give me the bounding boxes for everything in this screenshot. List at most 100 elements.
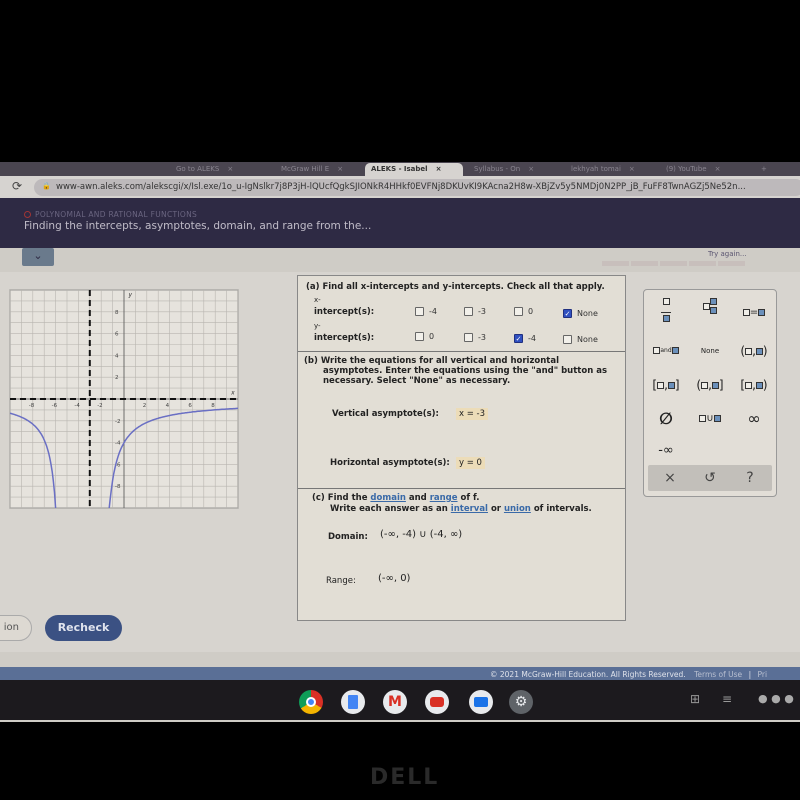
x-intercept-checkbox-0[interactable] (514, 307, 523, 316)
part-a-prompt: (a) Find all x-intercepts and y-intercep… (306, 282, 605, 292)
box-icon (745, 382, 753, 389)
x-tick-label: -2 (97, 403, 102, 409)
option-label: 0 (528, 307, 534, 316)
horizontal-asymptote-input[interactable]: y = 0 (456, 457, 485, 469)
fraction-bar-icon (661, 311, 671, 313)
close-tab-icon[interactable]: × (715, 165, 721, 173)
reload-icon[interactable]: ⟳ (12, 179, 22, 193)
tote-icon[interactable]: ≡ (722, 692, 732, 706)
open-open-interval-key[interactable]: (,) (734, 340, 774, 362)
union-link[interactable]: union (504, 504, 531, 514)
undo-icon[interactable]: ↺ (690, 467, 730, 489)
topic-circle-icon (24, 211, 31, 218)
explanation-button[interactable]: ion (0, 615, 32, 641)
youtube-app-icon[interactable] (425, 690, 449, 714)
progress-segment (602, 261, 629, 266)
option-label: None (577, 335, 598, 344)
box-icon (713, 414, 721, 422)
y-tick-label: 6 (115, 332, 119, 338)
close-tab-icon[interactable]: × (337, 165, 343, 173)
domain-input[interactable]: (-∞, -4) ∪ (-4, ∞) (380, 529, 462, 540)
mixed-number-key[interactable] (690, 298, 730, 320)
tab-syllabus[interactable]: Syllabus - On × (468, 163, 540, 176)
close-tab-icon[interactable]: × (436, 165, 442, 173)
y-intercept-checkbox-none[interactable] (563, 335, 572, 344)
range-link[interactable]: range (430, 493, 458, 503)
action-row: ion Recheck (0, 612, 800, 642)
y-intercept-checkbox-0[interactable] (415, 332, 424, 341)
copyright-text: © 2021 McGraw-Hill Education. All Rights… (490, 670, 767, 679)
x-tick-label: 6 (188, 403, 192, 409)
files-app-icon[interactable] (469, 690, 493, 714)
check-icon: ✓ (564, 310, 571, 318)
x-intercept-checkbox-neg3[interactable] (464, 307, 473, 316)
and-key[interactable]: and (646, 340, 686, 362)
x-axis-label: x (230, 390, 235, 397)
docs-page (348, 695, 358, 709)
topic-text: POLYNOMIAL AND RATIONAL FUNCTIONS (35, 210, 198, 219)
x-tick-label: 4 (166, 403, 170, 409)
closed-closed-interval-key[interactable]: [,] (646, 374, 686, 396)
clear-icon[interactable]: × (650, 467, 690, 489)
part-a: (a) Find all x-intercepts and y-intercep… (298, 276, 625, 352)
empty-set-key[interactable]: ∅ (646, 408, 686, 430)
tab-label: ALEKS - Isabel (371, 165, 428, 173)
close-tab-icon[interactable]: × (629, 165, 635, 173)
negative-infinity-key[interactable]: -∞ (646, 440, 686, 462)
x-tick-label: -8 (29, 403, 35, 409)
status-tray-icon[interactable]: ● ● ● (758, 692, 794, 705)
tab-mcgraw-hill[interactable]: McGraw Hill E × (275, 163, 349, 176)
key-label: and (660, 347, 672, 354)
union-key[interactable]: ∪ (690, 408, 730, 430)
tab-youtube[interactable]: (9) YouTube × (660, 163, 726, 176)
help-icon[interactable]: ? (730, 467, 770, 489)
page-title: Finding the intercepts, asymptotes, doma… (24, 220, 372, 232)
y-tick-label: 2 (115, 375, 119, 381)
address-bar[interactable]: 🔒 www-awn.aleks.com/alekscgi/x/Isl.exe/1… (34, 179, 800, 196)
tab-go-to-aleks[interactable]: Go to ALEKS × (170, 163, 239, 176)
toolbar: ⟳ 🔒 www-awn.aleks.com/alekscgi/x/Isl.exe… (0, 176, 800, 198)
option-label: -4 (429, 307, 437, 316)
terms-link[interactable]: Terms of Use (694, 670, 742, 679)
privacy-link[interactable]: Pri (758, 670, 768, 679)
tab-lekhyah[interactable]: lekhyah tomai × (565, 163, 641, 176)
vertical-asymptote-input[interactable]: x = -3 (456, 408, 489, 420)
chrome-app-icon[interactable] (299, 690, 323, 714)
interval-link[interactable]: interval (451, 504, 488, 514)
open-closed-interval-key[interactable]: (,] (690, 374, 730, 396)
close-tab-icon[interactable]: × (227, 165, 233, 173)
tab-aleks-isabel[interactable]: ALEKS - Isabel × (365, 163, 463, 176)
collapse-button[interactable]: ⌄ (22, 248, 54, 266)
infinity-key[interactable]: ∞ (734, 408, 774, 430)
function-graph: xy-8 -6 -4 -2 2 4 6 88642-2-4-6-8 (9, 289, 239, 509)
domain-label: Domain: (328, 532, 368, 542)
settings-app-icon[interactable]: ⚙ (509, 690, 533, 714)
fraction-key[interactable] (646, 298, 686, 322)
vertical-asymptote-label: Vertical asymptote(s): (332, 409, 439, 419)
docs-app-icon[interactable] (341, 690, 365, 714)
progress-segment (660, 261, 687, 266)
tab-label: McGraw Hill E (281, 165, 330, 173)
x-intercept-checkbox-none[interactable]: ✓ (563, 309, 572, 318)
domain-link[interactable]: domain (370, 493, 405, 503)
progress-segment (689, 261, 716, 266)
box-icon (758, 308, 766, 316)
closed-open-interval-key[interactable]: [,) (734, 374, 774, 396)
range-input[interactable]: (-∞, 0) (378, 573, 410, 584)
y-intercept-checkbox-neg4[interactable]: ✓ (514, 334, 523, 343)
x-intercept-checkbox-neg4[interactable] (415, 307, 424, 316)
part-c-prompt: (c) Find the domain and range of f. (312, 493, 479, 503)
prompt-text: and (405, 493, 430, 503)
recheck-button[interactable]: Recheck (45, 615, 122, 641)
y-intercept-checkbox-neg3[interactable] (464, 333, 473, 342)
equals-key[interactable]: = (734, 302, 774, 324)
overview-icon[interactable]: ⊞ (690, 692, 700, 706)
part-c-instructions: Write each answer as an interval or unio… (330, 504, 592, 514)
none-key[interactable]: None (690, 340, 730, 362)
gmail-app-icon[interactable]: M (383, 690, 407, 714)
box-icon (667, 382, 675, 389)
tab-bar: Go to ALEKS × McGraw Hill E × ALEKS - Isab… (0, 162, 800, 176)
new-tab-button[interactable]: + (755, 163, 773, 176)
close-tab-icon[interactable]: × (528, 165, 534, 173)
tab-label: Go to ALEKS (176, 165, 220, 173)
